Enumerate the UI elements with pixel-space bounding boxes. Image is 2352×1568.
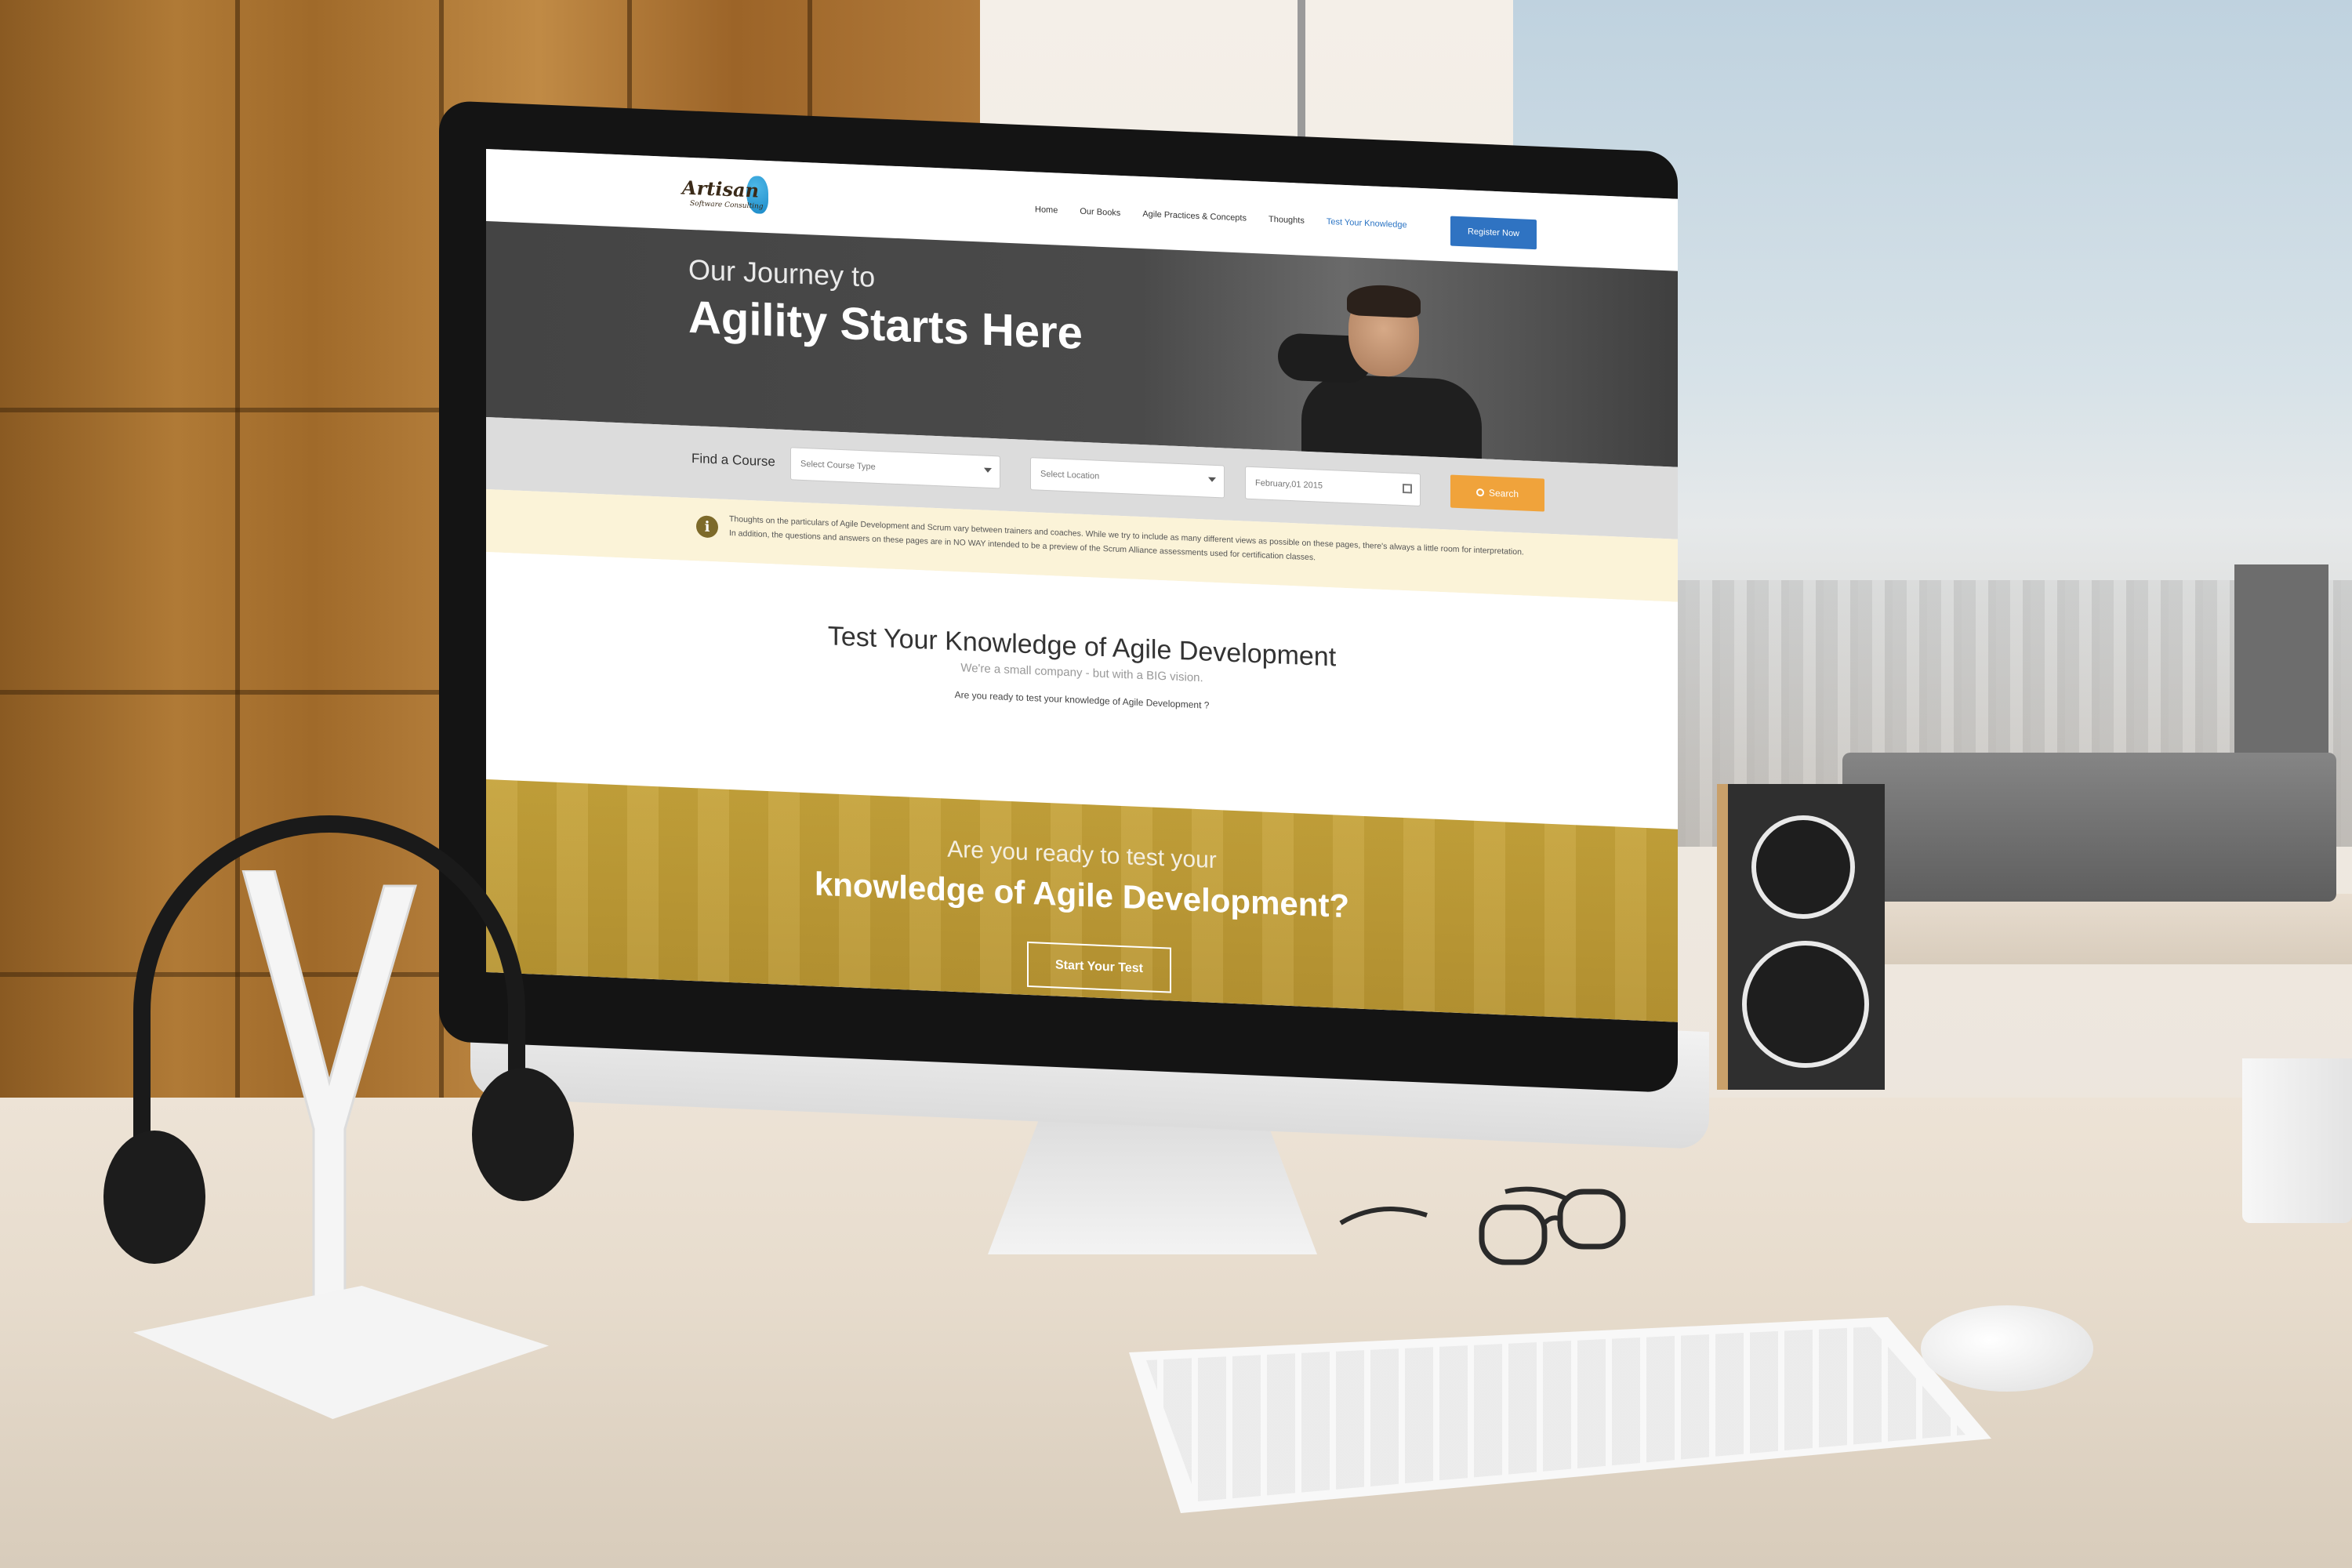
mouse bbox=[1921, 1305, 2093, 1392]
left-earcup bbox=[103, 1131, 205, 1264]
date-value: February,01 2015 bbox=[1255, 478, 1323, 491]
find-course-label: Find a Course bbox=[691, 450, 775, 470]
printer bbox=[1842, 753, 2336, 902]
headphone-stand bbox=[241, 870, 417, 1341]
printer-paper-tray bbox=[2234, 564, 2328, 768]
course-type-placeholder: Select Course Type bbox=[800, 459, 876, 472]
nav-item-our-books[interactable]: Our Books bbox=[1080, 207, 1120, 218]
info-icon: i bbox=[696, 515, 718, 539]
nav-item-home[interactable]: Home bbox=[1035, 205, 1058, 215]
coffee-mug bbox=[2242, 1058, 2352, 1223]
search-icon bbox=[1475, 488, 1484, 497]
nav-item-test-your-knowledge[interactable]: Test Your Knowledge bbox=[1327, 217, 1407, 230]
site-logo[interactable]: Artisan Software Consulting bbox=[682, 172, 776, 223]
search-button[interactable]: Search bbox=[1450, 474, 1544, 512]
side-shelf bbox=[1866, 894, 2352, 964]
speaker bbox=[1717, 784, 1885, 1090]
start-your-test-button[interactable]: Start Your Test bbox=[1027, 941, 1171, 993]
eyeglasses bbox=[1339, 1186, 1626, 1265]
location-select[interactable]: Select Location bbox=[1030, 457, 1225, 499]
location-placeholder: Select Location bbox=[1040, 469, 1100, 481]
nav-item-agile-practices[interactable]: Agile Practices & Concepts bbox=[1142, 209, 1247, 223]
monitor-screen: Artisan Software Consulting Home Our Boo… bbox=[486, 149, 1678, 1022]
right-earcup bbox=[472, 1068, 574, 1201]
nav-item-thoughts[interactable]: Thoughts bbox=[1269, 215, 1305, 226]
register-now-button[interactable]: Register Now bbox=[1450, 216, 1537, 250]
date-input[interactable]: February,01 2015 bbox=[1245, 466, 1421, 506]
search-button-label: Search bbox=[1488, 487, 1519, 500]
chevron-down-icon bbox=[984, 467, 992, 474]
course-type-select[interactable]: Select Course Type bbox=[790, 447, 1000, 489]
logo-name: Artisan bbox=[682, 176, 759, 202]
hero-line-1: Our Journey to bbox=[688, 252, 876, 293]
woofer-icon bbox=[1742, 941, 1869, 1068]
hero-person-photo bbox=[1278, 284, 1482, 467]
hero-headline: Agility Starts Here bbox=[688, 291, 1083, 359]
tweeter-icon bbox=[1751, 815, 1855, 919]
main-nav: Home Our Books Agile Practices & Concept… bbox=[1035, 205, 1407, 230]
calendar-icon bbox=[1403, 483, 1412, 494]
chevron-down-icon bbox=[1208, 477, 1216, 483]
